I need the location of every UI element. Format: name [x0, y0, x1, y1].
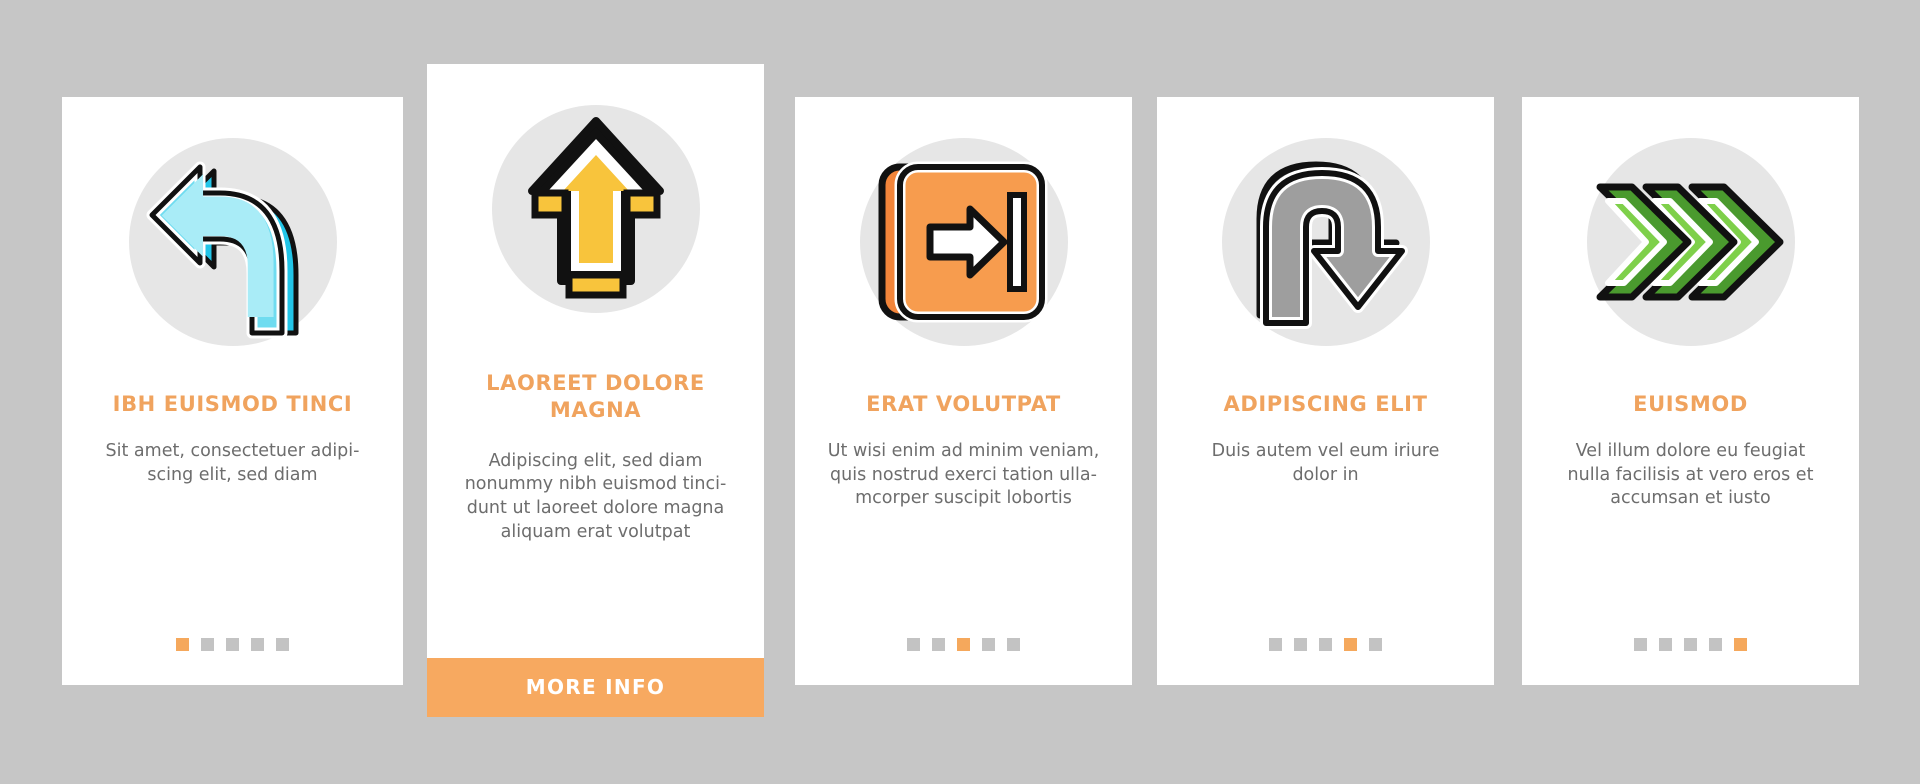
- onboarding-card-2[interactable]: LAOREET DOLORE MAGNA Adipiscing elit, se…: [427, 64, 764, 717]
- pagination-dot[interactable]: [1709, 638, 1722, 651]
- pagination-dot[interactable]: [1369, 638, 1382, 651]
- icon-container-2: [427, 64, 764, 354]
- onboarding-card-1[interactable]: IBH EUISMOD TINCI Sit amet, consectetuer…: [62, 97, 403, 685]
- card-body-5: Vel illum dolore eu feugiat nulla facilis…: [1567, 440, 1814, 509]
- pagination-dot[interactable]: [276, 638, 289, 651]
- onboarding-screens-stage: IBH EUISMOD TINCI Sit amet, consectetuer…: [0, 0, 1920, 784]
- card-title-2: LAOREET DOLORE MAGNA: [486, 371, 705, 422]
- pagination-dots-1[interactable]: [176, 638, 289, 651]
- onboarding-card-3[interactable]: ERAT VOLUTPAT Ut wisi enim ad minim veni…: [795, 97, 1132, 685]
- pagination-dot[interactable]: [982, 638, 995, 651]
- card-title-1: IBH EUISMOD TINCI: [112, 392, 353, 416]
- pagination-dots-3[interactable]: [907, 638, 1020, 651]
- turn-left-arrow-icon: [146, 161, 298, 339]
- card-body-3: Ut wisi enim ad minim veniam, quis nostru…: [827, 440, 1100, 509]
- icon-disc-1: [128, 138, 337, 346]
- triple-chevron-right-icon: [1596, 183, 1783, 301]
- pagination-dot[interactable]: [251, 638, 264, 651]
- pagination-dot[interactable]: [1659, 638, 1672, 651]
- icon-container-4: [1157, 97, 1494, 387]
- pagination-dot[interactable]: [1344, 638, 1357, 651]
- pagination-dot[interactable]: [1319, 638, 1332, 651]
- icon-disc-2: [491, 105, 700, 313]
- card-body-4: Duis autem vel eum iriure dolor in: [1211, 440, 1440, 485]
- pagination-dots-5[interactable]: [1634, 638, 1747, 651]
- card-title-3: ERAT VOLUTPAT: [866, 392, 1061, 416]
- icon-container-1: [62, 97, 403, 387]
- icon-disc-5: [1586, 138, 1795, 346]
- pagination-dot[interactable]: [1734, 638, 1747, 651]
- pagination-dot[interactable]: [201, 638, 214, 651]
- up-arrow-icon: [527, 116, 664, 298]
- pagination-dot[interactable]: [907, 638, 920, 651]
- pagination-dot[interactable]: [1007, 638, 1020, 651]
- onboarding-card-4[interactable]: ADIPISCING ELIT Duis autem vel eum iriur…: [1157, 97, 1494, 685]
- card-title-5: EUISMOD: [1633, 392, 1748, 416]
- card-body-1: Sit amet, consectetuer adipi-scing elit,…: [105, 440, 360, 485]
- exit-door-arrow-icon: [878, 161, 1047, 323]
- pagination-dot[interactable]: [1294, 638, 1307, 651]
- pagination-dots-4[interactable]: [1269, 638, 1382, 651]
- card-body-2: Adipiscing elit, sed diam nonummy nibh eu…: [464, 450, 727, 542]
- icon-disc-4: [1221, 138, 1430, 346]
- pagination-dot[interactable]: [932, 638, 945, 651]
- more-info-button[interactable]: MORE INFO: [427, 658, 764, 717]
- card-title-4: ADIPISCING ELIT: [1223, 392, 1428, 416]
- onboarding-card-5[interactable]: EUISMOD Vel illum dolore eu feugiat nulla…: [1522, 97, 1859, 685]
- u-turn-down-arrow-icon: [1256, 161, 1408, 329]
- pagination-dot[interactable]: [1634, 638, 1647, 651]
- pagination-dot[interactable]: [957, 638, 970, 651]
- icon-disc-3: [859, 138, 1068, 346]
- pagination-dot[interactable]: [226, 638, 239, 651]
- pagination-dot[interactable]: [1684, 638, 1697, 651]
- icon-container-3: [795, 97, 1132, 387]
- pagination-dot[interactable]: [1269, 638, 1282, 651]
- icon-container-5: [1522, 97, 1859, 387]
- pagination-dot[interactable]: [176, 638, 189, 651]
